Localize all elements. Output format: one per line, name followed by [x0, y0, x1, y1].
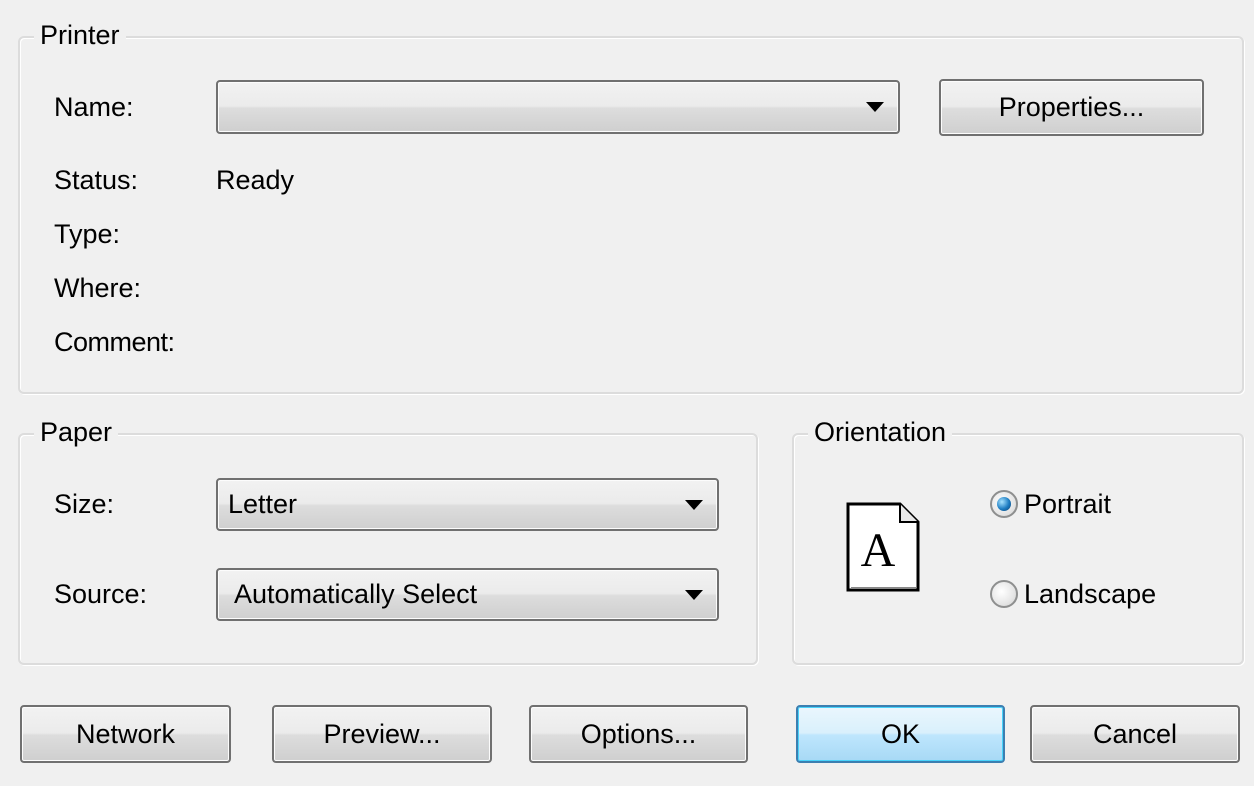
orientation-group-title: Orientation [808, 415, 953, 449]
network-button[interactable]: Network [20, 705, 231, 763]
printer-name-dropdown[interactable] [216, 80, 900, 134]
landscape-label: Landscape [1024, 579, 1157, 609]
paper-source-value: Automatically Select [234, 579, 478, 609]
paper-group: Paper [18, 415, 758, 665]
chevron-down-icon [685, 589, 703, 600]
portrait-label: Portrait [1024, 489, 1112, 519]
type-label: Type: [54, 219, 121, 249]
size-label: Size: [54, 489, 115, 519]
preview-button[interactable]: Preview... [272, 705, 492, 763]
chevron-down-icon [866, 102, 884, 112]
options-button[interactable]: Options... [529, 705, 748, 763]
status-label: Status: [54, 165, 139, 195]
where-label: Where: [54, 273, 142, 303]
ok-button[interactable]: OK [796, 705, 1005, 763]
paper-size-value: Letter [228, 489, 298, 519]
chevron-down-icon [685, 499, 703, 510]
portrait-radio[interactable] [990, 490, 1018, 518]
paper-group-title: Paper [34, 415, 119, 449]
cancel-button[interactable]: Cancel [1030, 705, 1240, 763]
printer-name-label: Name: [54, 92, 134, 122]
page-orientation-icon: A [846, 502, 920, 592]
comment-label: Comment: [54, 327, 175, 357]
printer-group-title: Printer [34, 18, 126, 52]
landscape-radio-option[interactable]: Landscape [990, 577, 1156, 611]
paper-size-dropdown[interactable]: Letter [216, 478, 719, 531]
page-icon-letter: A [861, 524, 896, 577]
properties-button[interactable]: Properties... [939, 79, 1204, 136]
paper-source-dropdown[interactable]: Automatically Select [216, 568, 719, 621]
landscape-radio[interactable] [990, 580, 1018, 608]
portrait-radio-option[interactable]: Portrait [990, 487, 1111, 521]
status-value: Ready [216, 165, 295, 195]
source-label: Source: [54, 579, 148, 609]
